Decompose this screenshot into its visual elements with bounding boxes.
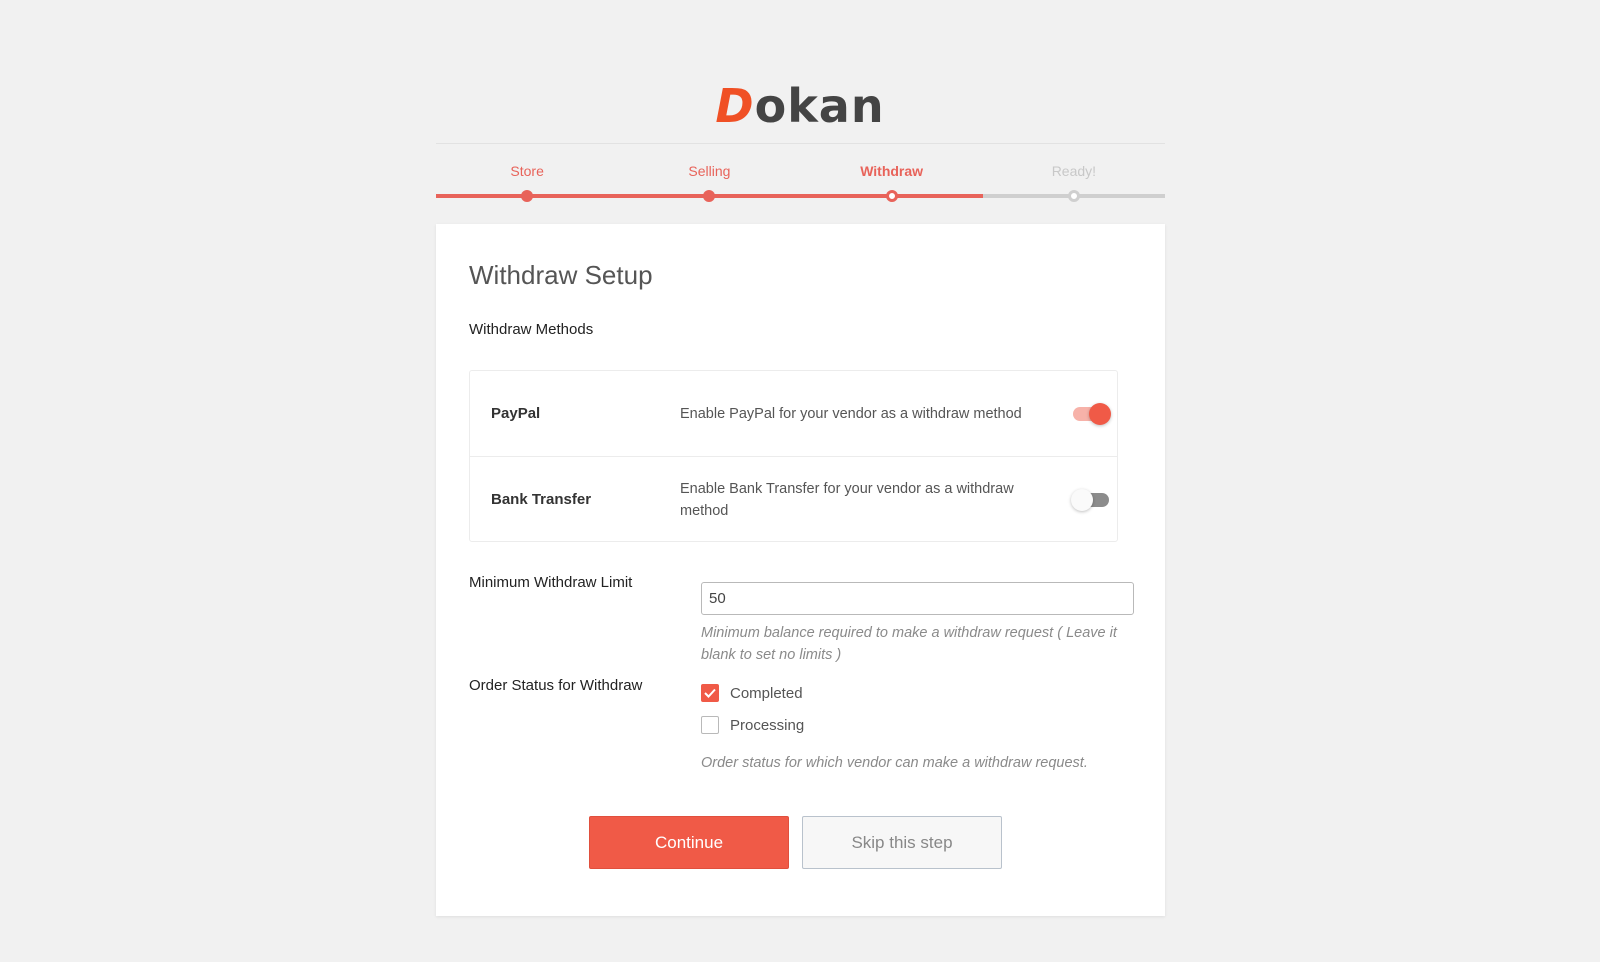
withdraw-methods-table: PayPal Enable PayPal for your vendor as … [469,370,1118,542]
step-selling: Selling [618,160,801,202]
step-label: Store [510,163,544,179]
logo-first-letter: D [715,79,755,133]
method-description: Enable PayPal for your vendor as a withd… [680,405,1022,422]
toggle-knob [1089,402,1111,425]
setup-wizard-page: Dokan Store Selling Withdraw Ready! With… [0,0,1600,962]
continue-button[interactable]: Continue [589,816,789,869]
step-dot [1067,190,1080,202]
header-divider [436,143,1165,144]
dokan-logo: Dokan [0,78,1600,134]
logo-rest: okan [754,79,885,133]
method-name: PayPal [491,405,541,422]
order-status-label: Order Status for Withdraw [469,677,643,694]
order-status-help: Order status for which vendor can make a… [701,755,1088,771]
logo-text: Dokan [715,79,884,133]
completed-label: Completed [730,684,803,702]
step-ready: Ready! [982,160,1165,202]
withdraw-setup-card: Withdraw Setup Withdraw Methods PayPal E… [436,224,1165,916]
method-description: Enable Bank Transfer for your vendor as … [680,480,1014,519]
order-status-processing[interactable]: Processing [701,714,804,736]
processing-label: Processing [730,716,805,734]
withdraw-methods-label: Withdraw Methods [469,321,594,338]
method-row-paypal: PayPal Enable PayPal for your vendor as … [470,371,1117,456]
method-name: Bank Transfer [491,491,592,508]
min-withdraw-limit-label: Minimum Withdraw Limit [469,574,633,591]
step-label: Withdraw [860,163,924,179]
order-status-completed[interactable]: Completed [701,682,803,704]
step-label: Ready! [1051,163,1097,179]
step-dot [703,190,716,202]
step-dot [885,190,898,202]
wizard-steps: Store Selling Withdraw Ready! [436,160,1165,210]
check-icon [704,688,716,698]
skip-step-button[interactable]: Skip this step [802,816,1002,869]
completed-checkbox[interactable] [701,684,719,702]
min-withdraw-limit-input[interactable] [701,582,1134,615]
step-label: Selling [688,163,731,179]
method-row-bank-transfer: Bank Transfer Enable Bank Transfer for y… [470,456,1117,542]
step-store: Store [436,160,619,202]
paypal-toggle[interactable] [1073,402,1111,425]
bank-transfer-toggle[interactable] [1071,488,1109,511]
step-dot [521,190,534,202]
toggle-knob [1071,488,1093,511]
page-title: Withdraw Setup [469,260,653,290]
processing-checkbox[interactable] [701,716,719,734]
step-withdraw: Withdraw [800,160,983,202]
min-withdraw-limit-help: Minimum balance required to make a withd… [701,625,1117,663]
